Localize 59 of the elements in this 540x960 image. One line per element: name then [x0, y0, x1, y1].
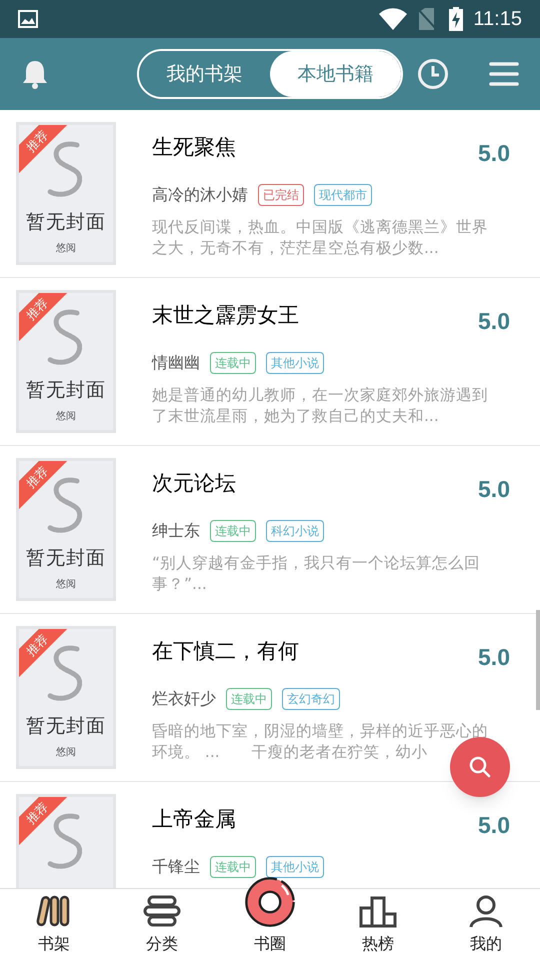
tag: 连载中 [210, 856, 256, 878]
book-title[interactable]: 末世之霹雳女王 [152, 300, 299, 332]
clock-time: 11:15 [473, 7, 522, 32]
book-cover[interactable]: 暂无封面 悠阅 推荐 [16, 626, 116, 769]
book-description: 她是普通的幼儿教师，在一次家庭郊外旅游遇到了末世流星雨，她为了救自己的丈夫和... [152, 384, 489, 426]
tag: 科幻小说 [266, 520, 324, 542]
book-score: 5.0 [478, 475, 510, 504]
book-title[interactable]: 上帝金属 [152, 804, 236, 836]
cover-mark: 悠阅 [56, 412, 76, 422]
book-title[interactable]: 次元论坛 [152, 468, 236, 500]
bell-icon[interactable] [20, 58, 50, 90]
book-score: 5.0 [478, 643, 510, 672]
author-name: 烂衣奸少 [152, 688, 216, 710]
author-name: 绅士东 [152, 520, 200, 542]
book-description: “别人穿越有金手指，我只有一个论坛算怎么回事？”... [152, 552, 482, 594]
image-icon [18, 10, 38, 28]
cover-title: 暂无封面 [26, 381, 106, 400]
book-title[interactable]: 生死聚焦 [152, 132, 236, 164]
tag: 玄幻奇幻 [282, 688, 340, 710]
tag: 连载中 [210, 352, 256, 374]
cover-title: 暂无封面 [26, 717, 106, 736]
menu-icon[interactable] [489, 61, 519, 87]
book-title[interactable]: 在下慎二，有何 [152, 636, 299, 668]
cover-mark: 悠阅 [56, 580, 76, 590]
cover-mark: 悠阅 [56, 244, 76, 254]
book-score: 5.0 [478, 139, 510, 168]
book-description: 现代反间谍，热血。中国版《逃离德黑兰》世界之大，无奇不有，茫茫星空总有极少数... [152, 216, 489, 258]
book-description: 昏暗的地下室，阴湿的墙壁，异样的近乎恶心的环境。 ... 干瘦的老者在狞笑，幼小 [152, 720, 489, 762]
tag: 已完结 [258, 184, 304, 206]
podium-icon [358, 894, 398, 928]
battery-charging-icon [449, 7, 464, 31]
wifi-icon [379, 8, 408, 30]
nav-tab[interactable]: 书架 [0, 894, 108, 956]
clock-icon[interactable] [417, 58, 449, 90]
tag: 连载中 [226, 688, 272, 710]
tag: 连载中 [210, 520, 256, 542]
books-icon [36, 894, 72, 928]
tag: 其他小说 [266, 856, 324, 878]
cover-mark: 悠阅 [56, 748, 76, 758]
nav-tab[interactable]: 我的 [432, 894, 540, 956]
book-score: 5.0 [478, 811, 510, 840]
author-name: 千锋尘 [152, 856, 200, 878]
header-tab[interactable]: 本地书籍 [270, 51, 401, 97]
author-name: 高冷的沐小婧 [152, 184, 248, 206]
nav-tab[interactable]: 分类 [108, 894, 216, 956]
nav-tab[interactable]: 书圈 [216, 876, 324, 956]
nav-tab[interactable]: 热榜 [324, 894, 432, 956]
tag: 现代都市 [314, 184, 372, 206]
book-cover[interactable]: 暂无封面 悠阅 推荐 [16, 290, 116, 433]
cover-title: 暂无封面 [26, 549, 106, 568]
stack-icon [142, 894, 182, 928]
tag: 其他小说 [266, 352, 324, 374]
author-name: 情幽幽 [152, 352, 200, 374]
user-icon [468, 894, 504, 928]
search-icon [469, 756, 491, 778]
book-cover[interactable]: 暂无封面 悠阅 推荐 [16, 122, 116, 265]
cover-title: 暂无封面 [26, 213, 106, 232]
book-score: 5.0 [478, 307, 510, 336]
book-cover[interactable]: 暂无封面 悠阅 推荐 [16, 458, 116, 601]
